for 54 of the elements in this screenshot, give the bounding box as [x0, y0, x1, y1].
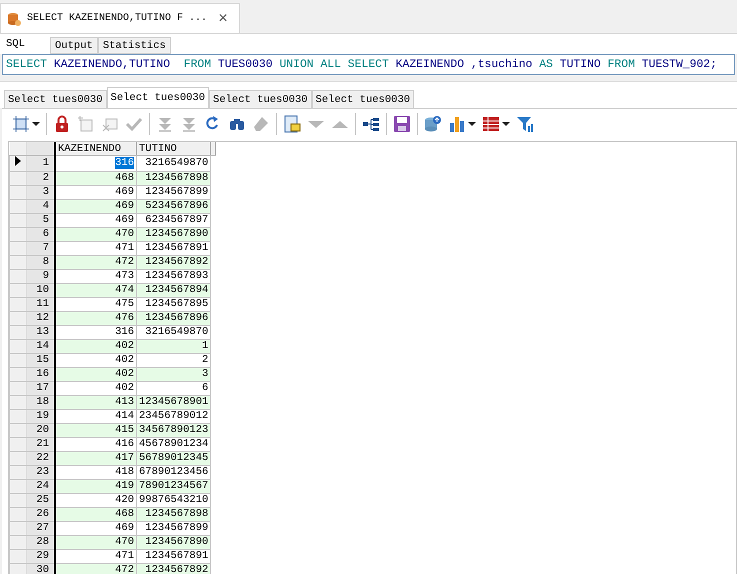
table-cell[interactable]: 1234567898 [136, 172, 211, 186]
table-cell[interactable]: 5234567896 [136, 200, 211, 214]
table-cell[interactable]: 78901234567 [136, 480, 211, 494]
row-number: 1 [26, 156, 55, 172]
result-tab[interactable]: Select tues0030 [312, 90, 414, 108]
document-tab[interactable]: SELECT KAZEINENDO,TUTINO F ... × [0, 3, 240, 33]
table-cell[interactable]: 469 [55, 200, 136, 214]
tree-icon[interactable] [362, 115, 380, 133]
current-row-icon [15, 156, 21, 166]
column-header[interactable]: KAZEINENDO [55, 142, 136, 156]
table-cell[interactable]: 3 [136, 368, 211, 382]
row-indicator[interactable] [10, 156, 26, 172]
document-tab-title: SELECT KAZEINENDO,TUTINO F ... [26, 13, 208, 24]
result-tab[interactable]: Select tues0030 [209, 90, 312, 108]
table-cell[interactable]: 415 [55, 424, 136, 438]
table-cell[interactable]: 468 [55, 172, 136, 186]
tab[interactable]: Statistics [98, 37, 171, 54]
bar-chart-icon[interactable] [448, 115, 466, 133]
result-tab[interactable]: Select tues0030 [4, 90, 107, 108]
table-cell[interactable]: 1234567894 [136, 284, 211, 298]
table-cell[interactable]: 402 [55, 340, 136, 354]
database-icon [7, 12, 21, 26]
table-cell[interactable]: 1234567892 [136, 256, 211, 270]
table-cell[interactable]: 470 [55, 228, 136, 242]
save-icon[interactable] [393, 115, 411, 133]
sql-editor[interactable]: SELECT KAZEINENDO,TUTINO FROM TUES0030 UNION ALL SELECT KAZEINENDO ,tsuchino AS TUTINO FROM TUESTW_902; [2, 54, 735, 75]
table-cell[interactable]: 1234567890 [136, 536, 211, 550]
table-cell[interactable]: 470 [55, 536, 136, 550]
tab[interactable]: Output [50, 37, 98, 54]
result-tab[interactable]: Select tues0030 [106, 87, 210, 108]
form-icon[interactable] [283, 115, 301, 133]
close-button[interactable]: × [213, 10, 233, 28]
filter-icon[interactable] [516, 115, 534, 133]
lock-icon[interactable] [53, 115, 71, 133]
table-icon[interactable] [482, 115, 500, 133]
table-cell[interactable]: 402 [55, 368, 136, 382]
table-cell[interactable]: 1234567896 [136, 312, 211, 326]
table-cell[interactable]: 1234567890 [136, 228, 211, 242]
table-cell[interactable]: 56789012345 [136, 452, 211, 466]
table-cell[interactable]: 417 [55, 452, 136, 466]
table-cell[interactable]: 1 [136, 340, 211, 354]
frame-icon[interactable] [12, 115, 30, 133]
sql-query: SELECT KAZEINENDO,TUTINO FROM TUES0030 UNION ALL SELECT KAZEINENDO ,tsuchino AS TUTINO FROM TUESTW_902; [5, 58, 717, 70]
database-icon[interactable] [424, 115, 442, 133]
table-cell[interactable]: 1234567898 [136, 508, 211, 522]
column-header[interactable]: TUTINO [136, 142, 211, 156]
table-cell[interactable]: 34567890123 [136, 424, 211, 438]
table-cell[interactable]: 419 [55, 480, 136, 494]
table-cell[interactable]: 472 [55, 256, 136, 270]
table-cell[interactable]: 468 [55, 508, 136, 522]
table-cell[interactable]: 12345678901 [136, 396, 211, 410]
table-cell[interactable]: 474 [55, 284, 136, 298]
table-cell[interactable]: 413 [55, 396, 136, 410]
table-cell[interactable]: 476 [55, 312, 136, 326]
